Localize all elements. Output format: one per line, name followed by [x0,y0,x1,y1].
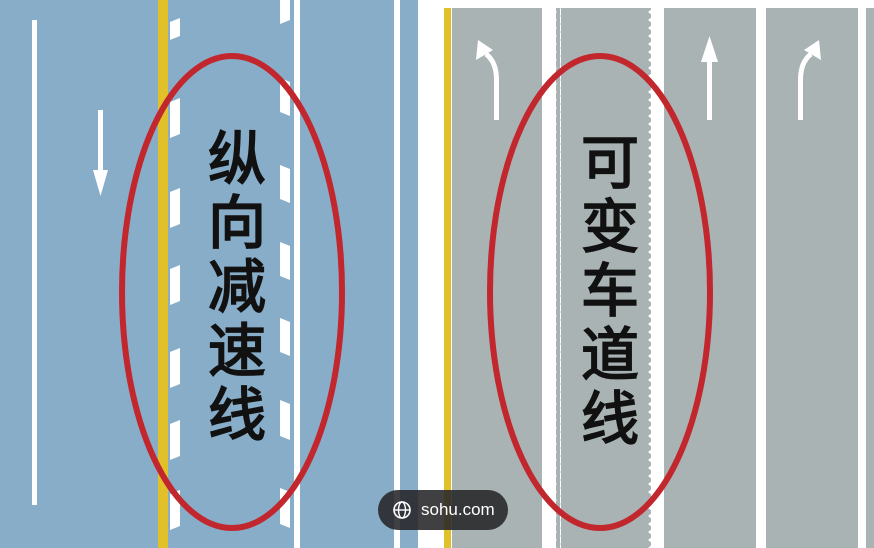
dash [170,188,180,228]
label-longitudinal-deceleration: 纵向减速线 [198,128,266,448]
dash [170,420,180,460]
dash [170,348,180,388]
road-marking-scene [0,0,874,548]
dash [280,165,290,203]
dash [280,242,290,280]
lane-surface [866,8,874,548]
yellow-edge-line [444,8,451,548]
lane-line [394,0,400,548]
dash [280,318,290,356]
left-edge-line [32,20,37,505]
lane-line [294,0,300,548]
dash [170,98,180,138]
lane-surface [766,8,858,548]
variable-lane-zigzag-right [646,8,651,548]
dash [280,400,290,440]
label-variable-lane: 可变车道线 [571,132,639,452]
dash [280,0,290,24]
watermark-text: sohu.com [421,500,495,519]
dash [170,265,180,305]
sohu-watermark: sohu.com [378,490,508,530]
variable-lane-zigzag-left [556,8,561,548]
globe-icon [392,500,412,520]
